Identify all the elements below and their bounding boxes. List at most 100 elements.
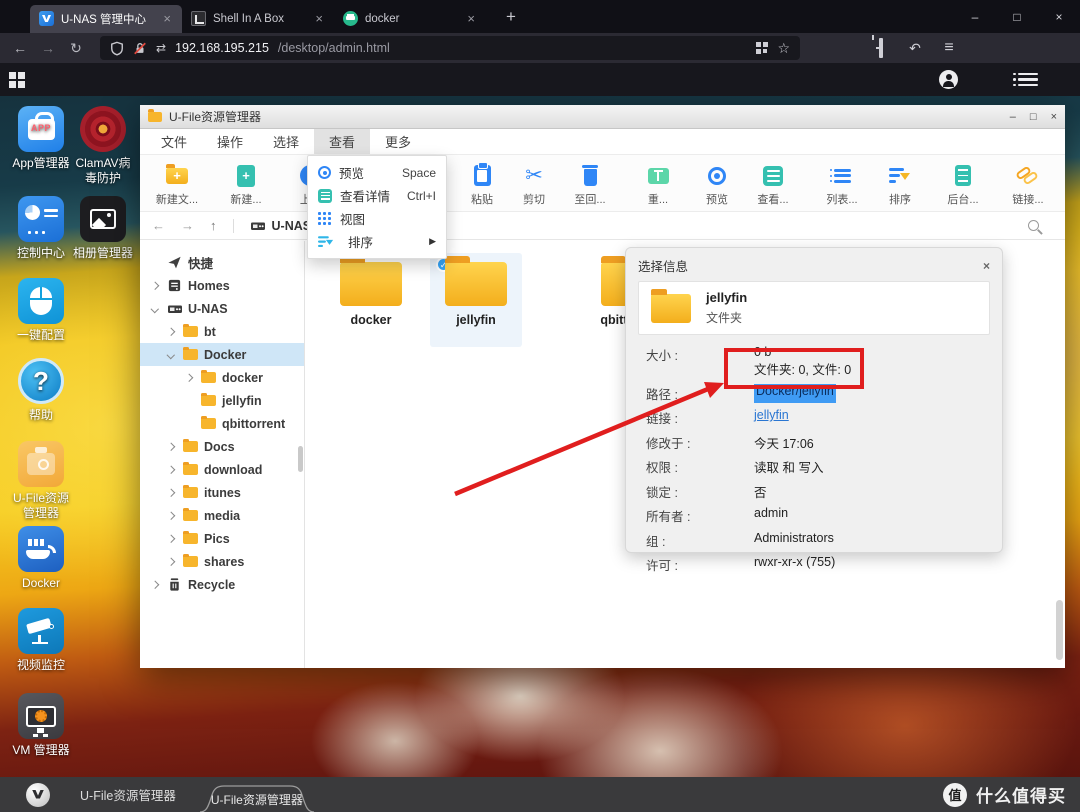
- tab-unas[interactable]: U-NAS 管理中心 ×: [30, 5, 182, 33]
- toolbar-sort[interactable]: 排序: [868, 162, 932, 207]
- nav-forward-icon[interactable]: →: [181, 218, 194, 233]
- sidebar-item-quick[interactable]: 快捷: [140, 251, 304, 274]
- sidebar-item-pics[interactable]: Pics: [140, 527, 304, 550]
- toolbar-rename[interactable]: 重...: [626, 162, 690, 207]
- toolbar-to-recycle[interactable]: 至回...: [558, 162, 622, 207]
- desktop-icon-album-manager[interactable]: 相册管理器: [70, 196, 136, 261]
- desktop-icon-app-manager[interactable]: APP App管理器: [8, 106, 74, 171]
- bookmark-star-icon[interactable]: ☆: [777, 40, 790, 57]
- chevron-right-icon[interactable]: [152, 283, 167, 289]
- minimize-button[interactable]: –: [954, 0, 996, 33]
- desktop-icon-clamav[interactable]: ClamAV病毒防护: [70, 106, 136, 186]
- menu-more[interactable]: 更多: [370, 129, 426, 154]
- sidebar-item-unas[interactable]: U-NAS: [140, 297, 304, 320]
- toolbar-list-view[interactable]: 列表...: [810, 162, 874, 207]
- menu-select[interactable]: 选择: [258, 129, 314, 154]
- window-titlebar[interactable]: U-File资源管理器 – □ ×: [140, 105, 1065, 129]
- toolbar-view-details[interactable]: 查看...: [741, 162, 805, 207]
- menu-item-view-mode[interactable]: 视图: [308, 207, 446, 230]
- info-panel-close-icon[interactable]: ×: [983, 259, 990, 273]
- chevron-right-icon[interactable]: [168, 513, 183, 519]
- sidebar-item-homes[interactable]: Homes: [140, 274, 304, 297]
- browser-menu-icon[interactable]: ≡: [932, 39, 966, 57]
- task-list-icon[interactable]: [1018, 70, 1038, 90]
- file-jellyfin[interactable]: ✓ jellyfin: [430, 253, 522, 347]
- toolbar-cut[interactable]: ✂ 剪切: [502, 162, 566, 207]
- file-docker[interactable]: docker: [325, 253, 417, 347]
- taskbar-app-label[interactable]: U-File资源管理器: [80, 785, 176, 804]
- desktop-icon-vm-manager[interactable]: VM 管理器: [8, 693, 74, 758]
- unas-start-icon[interactable]: [26, 783, 50, 807]
- desktop-icon-help[interactable]: ? 帮助: [8, 358, 74, 423]
- sidebar-item-media[interactable]: media: [140, 504, 304, 527]
- taskbar-active-tab[interactable]: U-File资源管理器: [198, 785, 316, 812]
- account-icon[interactable]: [939, 70, 958, 89]
- app-launcher-icon[interactable]: [9, 72, 25, 88]
- sidebar-item-qbittorrent[interactable]: qbittorrent: [140, 412, 304, 435]
- nav-up-icon[interactable]: ↑: [210, 218, 217, 233]
- chevron-right-icon[interactable]: [168, 329, 183, 335]
- tab-close-icon[interactable]: ×: [161, 11, 173, 26]
- link-value[interactable]: jellyfin: [754, 408, 789, 427]
- sidebar-item-itunes[interactable]: itunes: [140, 481, 304, 504]
- maximize-button[interactable]: □: [996, 0, 1038, 33]
- window-close-icon[interactable]: ×: [1051, 111, 1057, 123]
- tab-close-icon[interactable]: ×: [465, 11, 477, 26]
- toolbar-background-tasks[interactable]: 后台...: [931, 162, 995, 207]
- desktop-icon-video-surveillance[interactable]: 视频监控: [8, 608, 74, 673]
- window-minimize-icon[interactable]: –: [1010, 111, 1016, 123]
- menu-file[interactable]: 文件: [146, 129, 202, 154]
- desktop-icon-ufile-manager[interactable]: U-File资源管理器: [8, 441, 74, 521]
- sidebar-item-jellyfin[interactable]: jellyfin: [140, 389, 304, 412]
- new-tab-button[interactable]: +: [500, 7, 522, 27]
- sidebar-item-bt[interactable]: bt: [140, 320, 304, 343]
- sidebar-item-docker-parent[interactable]: Docker: [140, 343, 304, 366]
- menu-item-view-details[interactable]: 查看详情 Ctrl+I: [308, 184, 446, 207]
- toolbar-link[interactable]: 链接...: [996, 162, 1060, 207]
- sidebar-item-docs[interactable]: Docs: [140, 435, 304, 458]
- chevron-down-icon[interactable]: [168, 352, 183, 358]
- insecure-lock-icon[interactable]: [133, 41, 147, 56]
- tab-close-icon[interactable]: ×: [313, 11, 325, 26]
- chevron-right-icon[interactable]: [168, 444, 183, 450]
- toolbar-new-file[interactable]: + 新建...: [214, 162, 278, 207]
- menu-item-preview[interactable]: 预览 Space: [308, 161, 446, 184]
- menu-item-sort[interactable]: 排序 ▶: [308, 230, 446, 253]
- chevron-right-icon[interactable]: [186, 375, 201, 381]
- tab-shell[interactable]: Shell In A Box ×: [182, 5, 334, 33]
- close-button[interactable]: ×: [1038, 0, 1080, 33]
- chevron-right-icon[interactable]: [168, 559, 183, 565]
- url-field[interactable]: ⇄ 192.168.195.215/desktop/admin.html ☆: [100, 36, 800, 60]
- sidebar-scrollbar-thumb[interactable]: [298, 446, 303, 472]
- qr-code-icon[interactable]: [756, 42, 768, 54]
- desktop-icon-docker[interactable]: Docker: [8, 526, 74, 591]
- screenshot-crop-icon[interactable]: [864, 40, 898, 56]
- main-scrollbar-thumb[interactable]: [1056, 600, 1063, 660]
- chevron-right-icon[interactable]: [168, 467, 183, 473]
- menu-operate[interactable]: 操作: [202, 129, 258, 154]
- toolbar-new-folder[interactable]: + 新建文...: [145, 162, 209, 207]
- tab-docker[interactable]: docker ×: [334, 5, 486, 33]
- toolbar-preview[interactable]: 预览: [685, 162, 749, 207]
- undo-icon[interactable]: ↶: [898, 40, 932, 57]
- back-icon[interactable]: ←: [6, 40, 34, 56]
- forward-icon[interactable]: →: [34, 40, 62, 56]
- sidebar-item-shares[interactable]: shares: [140, 550, 304, 573]
- chevron-right-icon[interactable]: [152, 582, 167, 588]
- search-icon[interactable]: [1028, 220, 1039, 231]
- sidebar-item-recycle[interactable]: Recycle: [140, 573, 304, 596]
- chevron-right-icon[interactable]: [168, 490, 183, 496]
- path-value-highlighted[interactable]: Docker/jellyfin: [754, 384, 836, 403]
- sidebar-item-download[interactable]: download: [140, 458, 304, 481]
- desktop-icon-one-click-config[interactable]: 一键配置: [8, 278, 74, 343]
- desktop-icon-control-center[interactable]: 控制中心: [8, 196, 74, 261]
- chevron-down-icon[interactable]: [152, 306, 167, 312]
- sidebar-item-docker[interactable]: docker: [140, 366, 304, 389]
- nav-back-icon[interactable]: ←: [152, 218, 165, 233]
- window-maximize-icon[interactable]: □: [1030, 111, 1037, 123]
- chevron-right-icon[interactable]: [168, 536, 183, 542]
- reload-icon[interactable]: ↻: [62, 40, 90, 57]
- tracking-shield-icon[interactable]: [110, 41, 124, 56]
- menu-view[interactable]: 查看: [314, 129, 370, 154]
- permissions-icon[interactable]: ⇄: [156, 41, 166, 55]
